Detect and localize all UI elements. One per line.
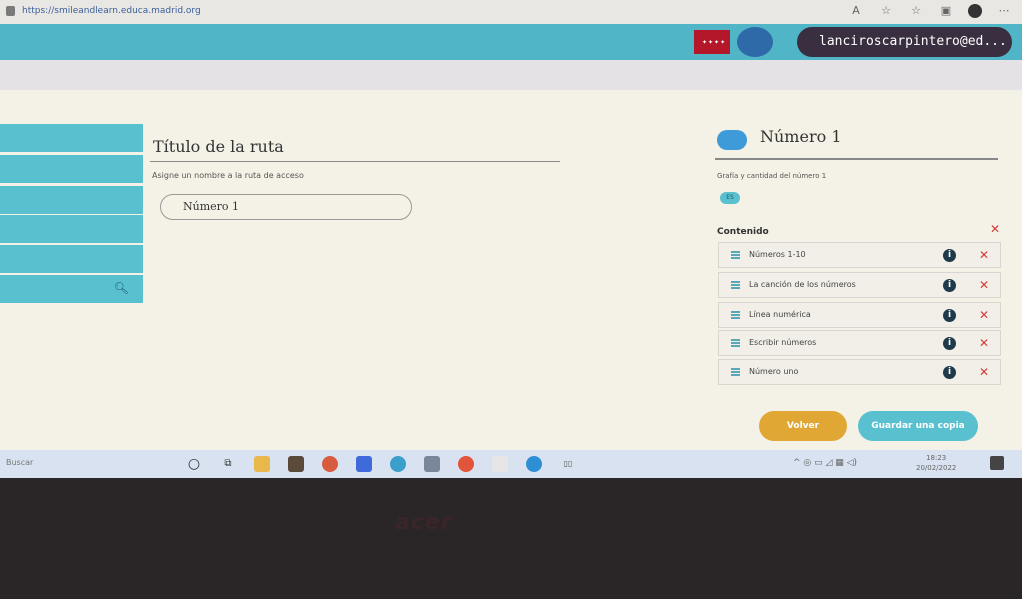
lock-icon: [6, 6, 15, 16]
list-item[interactable]: La canción de los números i ✕: [718, 272, 1001, 298]
more-icon[interactable]: ⋯: [996, 4, 1012, 18]
smile-and-learn-logo[interactable]: [737, 27, 773, 57]
close-icon[interactable]: ✕: [979, 365, 989, 379]
acer-logo: acer: [395, 510, 453, 535]
favorite-icon[interactable]: ☆: [878, 4, 894, 18]
page-title: Título de la ruta: [153, 137, 284, 156]
file-explorer-icon[interactable]: [254, 456, 270, 472]
app-small-icon[interactable]: ▯▯: [560, 456, 576, 472]
list-item-label: Escribir números: [749, 338, 817, 347]
route-name-label: Asigne un nombre a la ruta de acceso: [152, 171, 304, 180]
user-menu[interactable]: lanciroscarpintero@ed... ▾: [797, 27, 1012, 79]
system-tray[interactable]: ^ ◎ ▭ ◿ ▦ ◁): [793, 458, 857, 468]
drag-handle-icon[interactable]: [731, 339, 740, 347]
windows-search-icon[interactable]: ○: [186, 456, 202, 472]
sidebar-item-5[interactable]: [0, 245, 143, 273]
sidebar-item-4[interactable]: [0, 215, 143, 243]
browser-toolbar: A ☆ ☆ ▣ ⋯: [848, 4, 1012, 18]
list-item[interactable]: Línea numérica i ✕: [718, 302, 1001, 328]
close-icon[interactable]: ✕: [979, 336, 989, 350]
taskbar-apps: ○ ⧉ ▯▯: [186, 456, 576, 472]
drag-handle-icon[interactable]: [731, 368, 740, 376]
panel-title: Número 1: [760, 127, 842, 146]
divider: [150, 161, 560, 162]
browser-url[interactable]: https://smileandlearn.educa.madrid.org: [22, 6, 201, 16]
task-view-icon[interactable]: ⧉: [220, 456, 236, 472]
list-item[interactable]: Escribir números i ✕: [718, 330, 1001, 356]
mail-icon[interactable]: [424, 456, 440, 472]
content-label: Contenido: [717, 227, 769, 237]
close-icon[interactable]: ✕: [979, 308, 989, 322]
panel-divider: [715, 158, 998, 160]
collections-icon[interactable]: ▣: [938, 4, 954, 18]
read-aloud-icon[interactable]: A: [848, 4, 864, 18]
screen: https://smileandlearn.educa.madrid.org A…: [0, 0, 1022, 478]
taskbar-search[interactable]: Buscar: [6, 458, 33, 467]
list-item-label: La canción de los números: [749, 280, 856, 289]
app-icon[interactable]: [322, 456, 338, 472]
route-name-input[interactable]: Número 1: [160, 194, 412, 220]
browser-address-bar[interactable]: https://smileandlearn.educa.madrid.org A…: [0, 0, 1022, 24]
profile-icon[interactable]: [968, 4, 982, 18]
list-item[interactable]: Números 1-10 i ✕: [718, 242, 1001, 268]
language-badge: ES: [720, 192, 740, 204]
save-copy-button[interactable]: Guardar una copia: [858, 411, 978, 441]
sidebar-item-1[interactable]: [0, 124, 143, 152]
app-light-icon[interactable]: [492, 456, 508, 472]
panel-subtitle: Grafía y cantidad del número 1: [717, 172, 827, 180]
info-icon[interactable]: i: [943, 366, 956, 379]
info-icon[interactable]: i: [943, 337, 956, 350]
search-icon[interactable]: 🔍︎: [114, 281, 129, 295]
drag-handle-icon[interactable]: [731, 251, 740, 259]
drag-handle-icon[interactable]: [731, 311, 740, 319]
numbers-icon: [717, 130, 747, 150]
info-icon[interactable]: i: [943, 249, 956, 262]
sidebar-search[interactable]: 🔍︎: [0, 275, 143, 303]
drag-handle-icon[interactable]: [731, 281, 740, 289]
clock[interactable]: 18:23 20/02/2022: [916, 453, 956, 473]
sub-header: [0, 60, 1022, 90]
chrome-icon[interactable]: [458, 456, 474, 472]
edge-active-icon[interactable]: [526, 456, 542, 472]
back-button[interactable]: Volver: [759, 411, 847, 441]
sidebar-item-2[interactable]: [0, 155, 143, 183]
list-item-label: Números 1-10: [749, 250, 806, 259]
sidebar-item-3[interactable]: [0, 186, 143, 214]
route-name-value: Número 1: [183, 200, 240, 213]
list-item[interactable]: Número uno i ✕: [718, 359, 1001, 385]
info-icon[interactable]: i: [943, 279, 956, 292]
notification-icon[interactable]: [990, 456, 1004, 470]
close-icon[interactable]: ✕: [979, 248, 989, 262]
info-icon[interactable]: i: [943, 309, 956, 322]
store-icon[interactable]: [288, 456, 304, 472]
app-blue-icon[interactable]: [356, 456, 372, 472]
madrid-flag-logo: ✦✦✦✦: [694, 30, 730, 54]
taskbar: Buscar ○ ⧉ ▯▯ ^ ◎ ▭ ◿ ▦ ◁) 18:23 20/02/2…: [0, 450, 1022, 478]
list-item-label: Número uno: [749, 367, 799, 376]
close-icon[interactable]: ✕: [979, 278, 989, 292]
list-item-label: Línea numérica: [749, 310, 811, 319]
favorites-list-icon[interactable]: ☆: [908, 4, 924, 18]
clock-date: 20/02/2022: [916, 464, 957, 472]
clock-time: 18:23: [926, 454, 947, 462]
clear-content-icon[interactable]: ✕: [990, 222, 1000, 236]
edge-icon[interactable]: [390, 456, 406, 472]
